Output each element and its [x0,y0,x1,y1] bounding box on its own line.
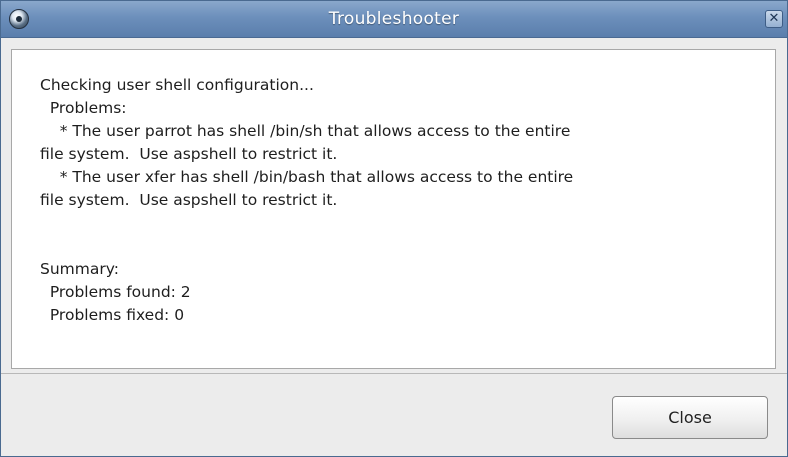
divider [1,373,787,374]
report-line: Checking user shell configuration... [40,76,314,94]
report-line: Problems fixed: 0 [40,306,185,324]
troubleshooter-window: Troubleshooter ✕ Checking user shell con… [0,0,788,457]
report-line: file system. Use aspshell to restrict it… [40,145,338,163]
report-text: Checking user shell configuration... Pro… [12,50,775,327]
report-panel[interactable]: Checking user shell configuration... Pro… [11,49,776,369]
report-line: * The user parrot has shell /bin/sh that… [40,122,571,140]
title-bar[interactable]: Troubleshooter ✕ [1,1,787,38]
report-line: Summary: [40,260,119,278]
report-line: Problems found: 2 [40,283,191,301]
window-title: Troubleshooter [328,9,460,29]
close-icon[interactable]: ✕ [765,10,783,28]
report-line: Problems: [40,99,127,117]
close-button[interactable]: Close [612,396,768,439]
report-line: file system. Use aspshell to restrict it… [40,191,338,209]
report-line: * The user xfer has shell /bin/bash that… [40,168,574,186]
